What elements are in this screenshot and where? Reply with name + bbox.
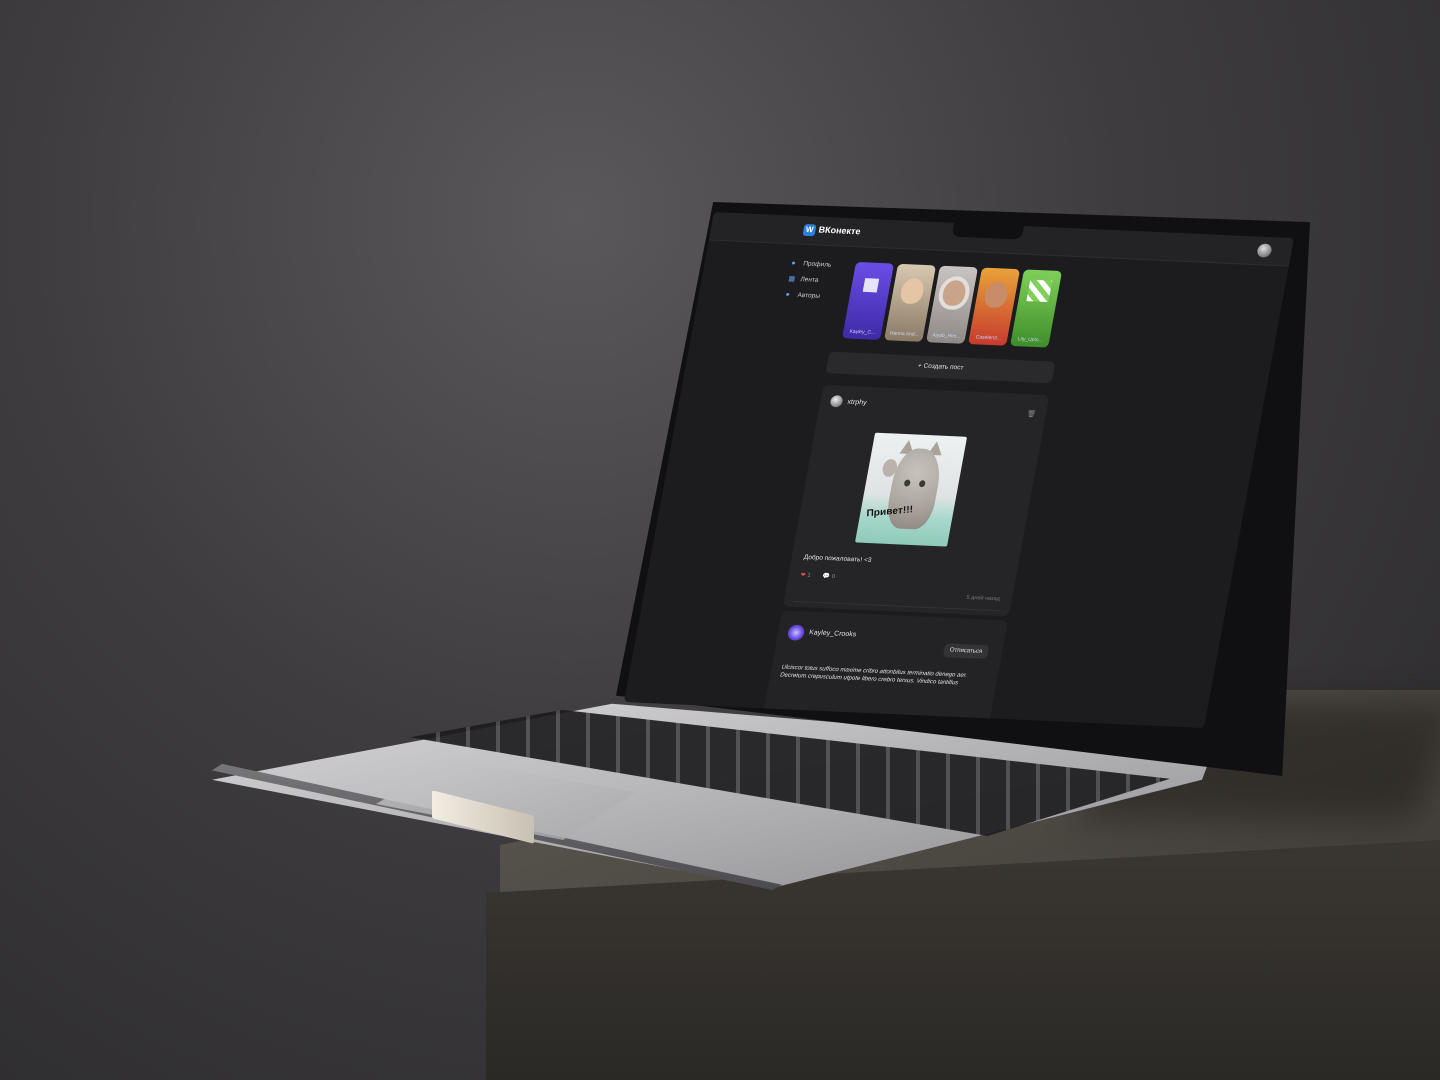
cat-eye [918,480,926,488]
divider [793,600,1000,612]
comment-icon: 💬 [821,573,831,580]
heart-icon: ❤ [799,572,807,579]
story-label: Caselen3... [975,334,1002,342]
unsubscribe-button[interactable]: Отписаться [942,643,990,660]
story-label: Kayley_C... [848,328,876,336]
post-actions: ❤ 1 💬 0 [800,572,836,580]
post-author-name[interactable]: xtrphy [847,399,867,407]
author-name[interactable]: Kayley_Crooks [809,629,857,638]
story-logo [862,278,880,293]
authors-icon: ● [784,290,791,298]
app-logo-icon[interactable]: W [802,223,817,237]
author-bio: Ulciscor totus suffoco maxime cribro att… [779,664,968,687]
author-avatar[interactable] [786,624,806,641]
post-card: xtrphy 🗑 Привет!!! Добро пожаловать! <3 … [782,384,1050,617]
story-photo [940,279,968,307]
feed-icon: ▦ [787,275,796,283]
app-name[interactable]: ВКонекте [818,225,862,237]
user-avatar[interactable] [1256,243,1273,258]
sidebar-item-label: Авторы [796,291,821,300]
app-screen: W ВКонекте ● Профиль ▦ Лента ● Авторы Ka… [624,212,1294,729]
create-post-label: Создать пост [922,362,964,372]
post-timestamp: 5 дней назад [965,594,1001,603]
like-count: 1 [806,572,812,579]
story-label: Lily_Upto... [1017,336,1044,344]
post-author-avatar[interactable] [829,395,844,408]
sidebar-item-authors[interactable]: ● Авторы [784,286,847,304]
sidebar-item-label: Профиль [802,260,833,269]
trash-icon[interactable]: 🗑 [1026,410,1036,418]
story-label: Hanna And... [889,330,920,338]
create-post-button[interactable]: + Создать пост [825,351,1056,384]
story-label: Aiyab_Him... [931,332,962,340]
plus-icon: + [917,362,923,370]
stories-row: Kayley_C... Hanna And... Aiyab_Him... Ca… [842,261,1076,350]
comment-button[interactable]: 💬 0 [822,573,836,580]
like-button[interactable]: ❤ 1 [800,572,811,579]
story-logo [1026,279,1053,303]
story-photo [898,277,926,305]
post-image[interactable]: Привет!!! [854,432,968,547]
sidebar: ● Профиль ▦ Лента ● Авторы [784,255,853,305]
user-icon: ● [790,259,797,267]
story-photo [982,281,1010,309]
comment-count: 0 [831,574,836,581]
post-text: Добро пожаловать! <3 [803,554,873,564]
sidebar-item-label: Лента [799,275,820,284]
cat-eye [903,479,911,487]
